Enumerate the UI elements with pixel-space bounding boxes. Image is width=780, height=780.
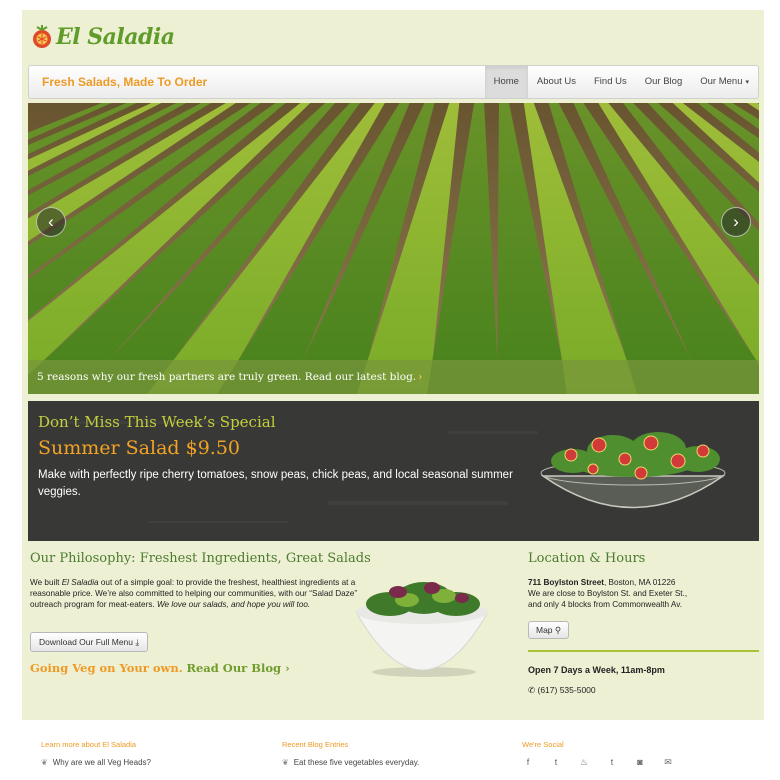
caret-down-icon: ▾ <box>745 79 749 86</box>
philosophy-brand: El Saladia <box>61 578 99 587</box>
special-description: Make with perfectly ripe cherry tomatoes… <box>38 469 513 498</box>
footer-learn-title: Learn more about El Saladia <box>41 740 137 749</box>
navbar-brand[interactable]: Fresh Salads, Made To Order <box>42 66 207 98</box>
footer-learn-column: Learn more about El Saladia ❦ Why are we … <box>41 740 151 767</box>
download-menu-label: Download Our Full Menu <box>39 637 134 647</box>
footer-social-title: We're Social <box>522 740 564 749</box>
chevron-right-icon: › <box>418 371 423 383</box>
special-title: Summer Salad $9.50 <box>38 437 240 459</box>
carousel-next-button[interactable]: › <box>721 207 751 237</box>
footer-learn-link-label: Why are we all Veg Heads? <box>52 758 151 767</box>
tumblr-icon[interactable]: t <box>606 757 618 768</box>
address-street: 711 Boylston Street <box>528 578 604 587</box>
social-icons: f t ♨ t ◙ ✉ <box>522 757 674 768</box>
hero-carousel: ‹ › 5 reasons why our fresh partners are… <box>28 103 759 394</box>
philosophy-heading: Our Philosophy: Freshest Ingredients, Gr… <box>30 551 371 566</box>
download-menu-button[interactable]: Download Our Full Menu ⤓ <box>30 632 149 652</box>
phone-line: ✆ (617) 535-5000 <box>528 685 596 696</box>
twitter-icon[interactable]: t <box>550 757 562 768</box>
footer-blog-column: Recent Blog Entries ❦ Eat these five vege… <box>282 740 419 767</box>
footer-social-column: We're Social f t ♨ t ◙ ✉ <box>522 740 674 768</box>
foursquare-icon[interactable]: ♨ <box>578 757 590 768</box>
going-veg-text: Going Veg on Your own. <box>30 661 183 675</box>
facebook-icon[interactable]: f <box>522 757 534 768</box>
footer-blog-link[interactable]: ❦ Eat these five vegetables everyday. <box>282 758 419 767</box>
farm-field-photo <box>28 103 759 394</box>
nav-our-blog-label: Our Blog <box>644 76 683 87</box>
address-line2: We are close to Boylston St. and Exeter … <box>528 589 688 598</box>
location-address: 711 Boylston Street, Boston, MA 01226 We… <box>528 577 748 610</box>
weekly-special-banner: Don’t Miss This Week’s Special Summer Sa… <box>28 401 759 541</box>
location-divider <box>528 650 759 652</box>
location-heading: Location & Hours <box>528 551 646 566</box>
instagram-icon[interactable]: ◙ <box>634 757 646 768</box>
page: El Saladia Fresh Salads, Made To Order H… <box>22 10 764 780</box>
logo-text: El Saladia <box>56 24 175 50</box>
footer-learn-link[interactable]: ❦ Why are we all Veg Heads? <box>41 758 151 767</box>
footer-blog-link-label: Eat these five vegetables everyday. <box>293 758 420 767</box>
chevron-right-icon: › <box>285 661 290 675</box>
nav-home[interactable]: Home <box>484 66 528 98</box>
nav-about-us-label: About Us <box>536 76 576 87</box>
phone-icon: ✆ <box>528 685 536 695</box>
philosophy-text-italic: We love our salads, and hope you will to… <box>156 600 311 609</box>
nav-menu: Home About Us Find Us Our Blog Our Menu ▾ <box>484 66 758 98</box>
nav-our-menu-label: Our Menu <box>700 76 743 87</box>
site-logo[interactable]: El Saladia <box>30 20 175 54</box>
special-heading: Don’t Miss This Week’s Special <box>38 413 276 431</box>
read-blog-label: Read Our Blog <box>186 661 282 675</box>
salad-bowl-photo <box>355 582 489 677</box>
nav-find-us[interactable]: Find Us <box>585 66 636 98</box>
footer-blog-title: Recent Blog Entries <box>282 740 349 749</box>
nav-our-menu-dropdown[interactable]: Our Menu ▾ <box>691 66 758 98</box>
nav-find-us-label: Find Us <box>594 76 627 87</box>
philosophy-text: We built El Saladia out of a simple goal… <box>30 577 360 610</box>
read-blog-link[interactable]: Read Our Blog › <box>186 661 289 675</box>
leaf-icon: ❦ <box>41 758 48 767</box>
map-button-label: Map <box>536 625 553 635</box>
address-city: , Boston, MA 01226 <box>604 578 676 587</box>
download-icon: ⤓ <box>135 637 140 647</box>
nav-about-us[interactable]: About Us <box>528 66 585 98</box>
email-icon[interactable]: ✉ <box>662 757 674 768</box>
hero-caption: 5 reasons why our fresh partners are tru… <box>28 360 759 394</box>
leaf-icon: ❦ <box>282 758 289 767</box>
tomato-logo-icon <box>33 25 51 48</box>
address-line3: and only 4 blocks from Commonwealth Av. <box>528 600 682 609</box>
carousel-prev-button[interactable]: ‹ <box>36 207 66 237</box>
opening-hours: Open 7 Days a Week, 11am-8pm <box>528 665 665 675</box>
footer: Learn more about El Saladia ❦ Why are we … <box>22 720 764 780</box>
chalk-salad-drawing <box>540 432 726 509</box>
hero-caption-link[interactable]: 5 reasons why our fresh partners are tru… <box>37 371 416 383</box>
navbar: Fresh Salads, Made To Order Home About U… <box>28 65 759 99</box>
going-veg-line: Going Veg on Your own. Read Our Blog › <box>30 661 290 675</box>
map-pin-icon: ⚲ <box>554 625 562 635</box>
map-button[interactable]: Map ⚲ <box>528 621 570 639</box>
philosophy-text-part1: We built <box>30 578 62 587</box>
nav-our-blog[interactable]: Our Blog <box>636 66 692 98</box>
phone-number[interactable]: (617) 535-5000 <box>538 685 596 695</box>
nav-home-label: Home <box>493 76 519 87</box>
